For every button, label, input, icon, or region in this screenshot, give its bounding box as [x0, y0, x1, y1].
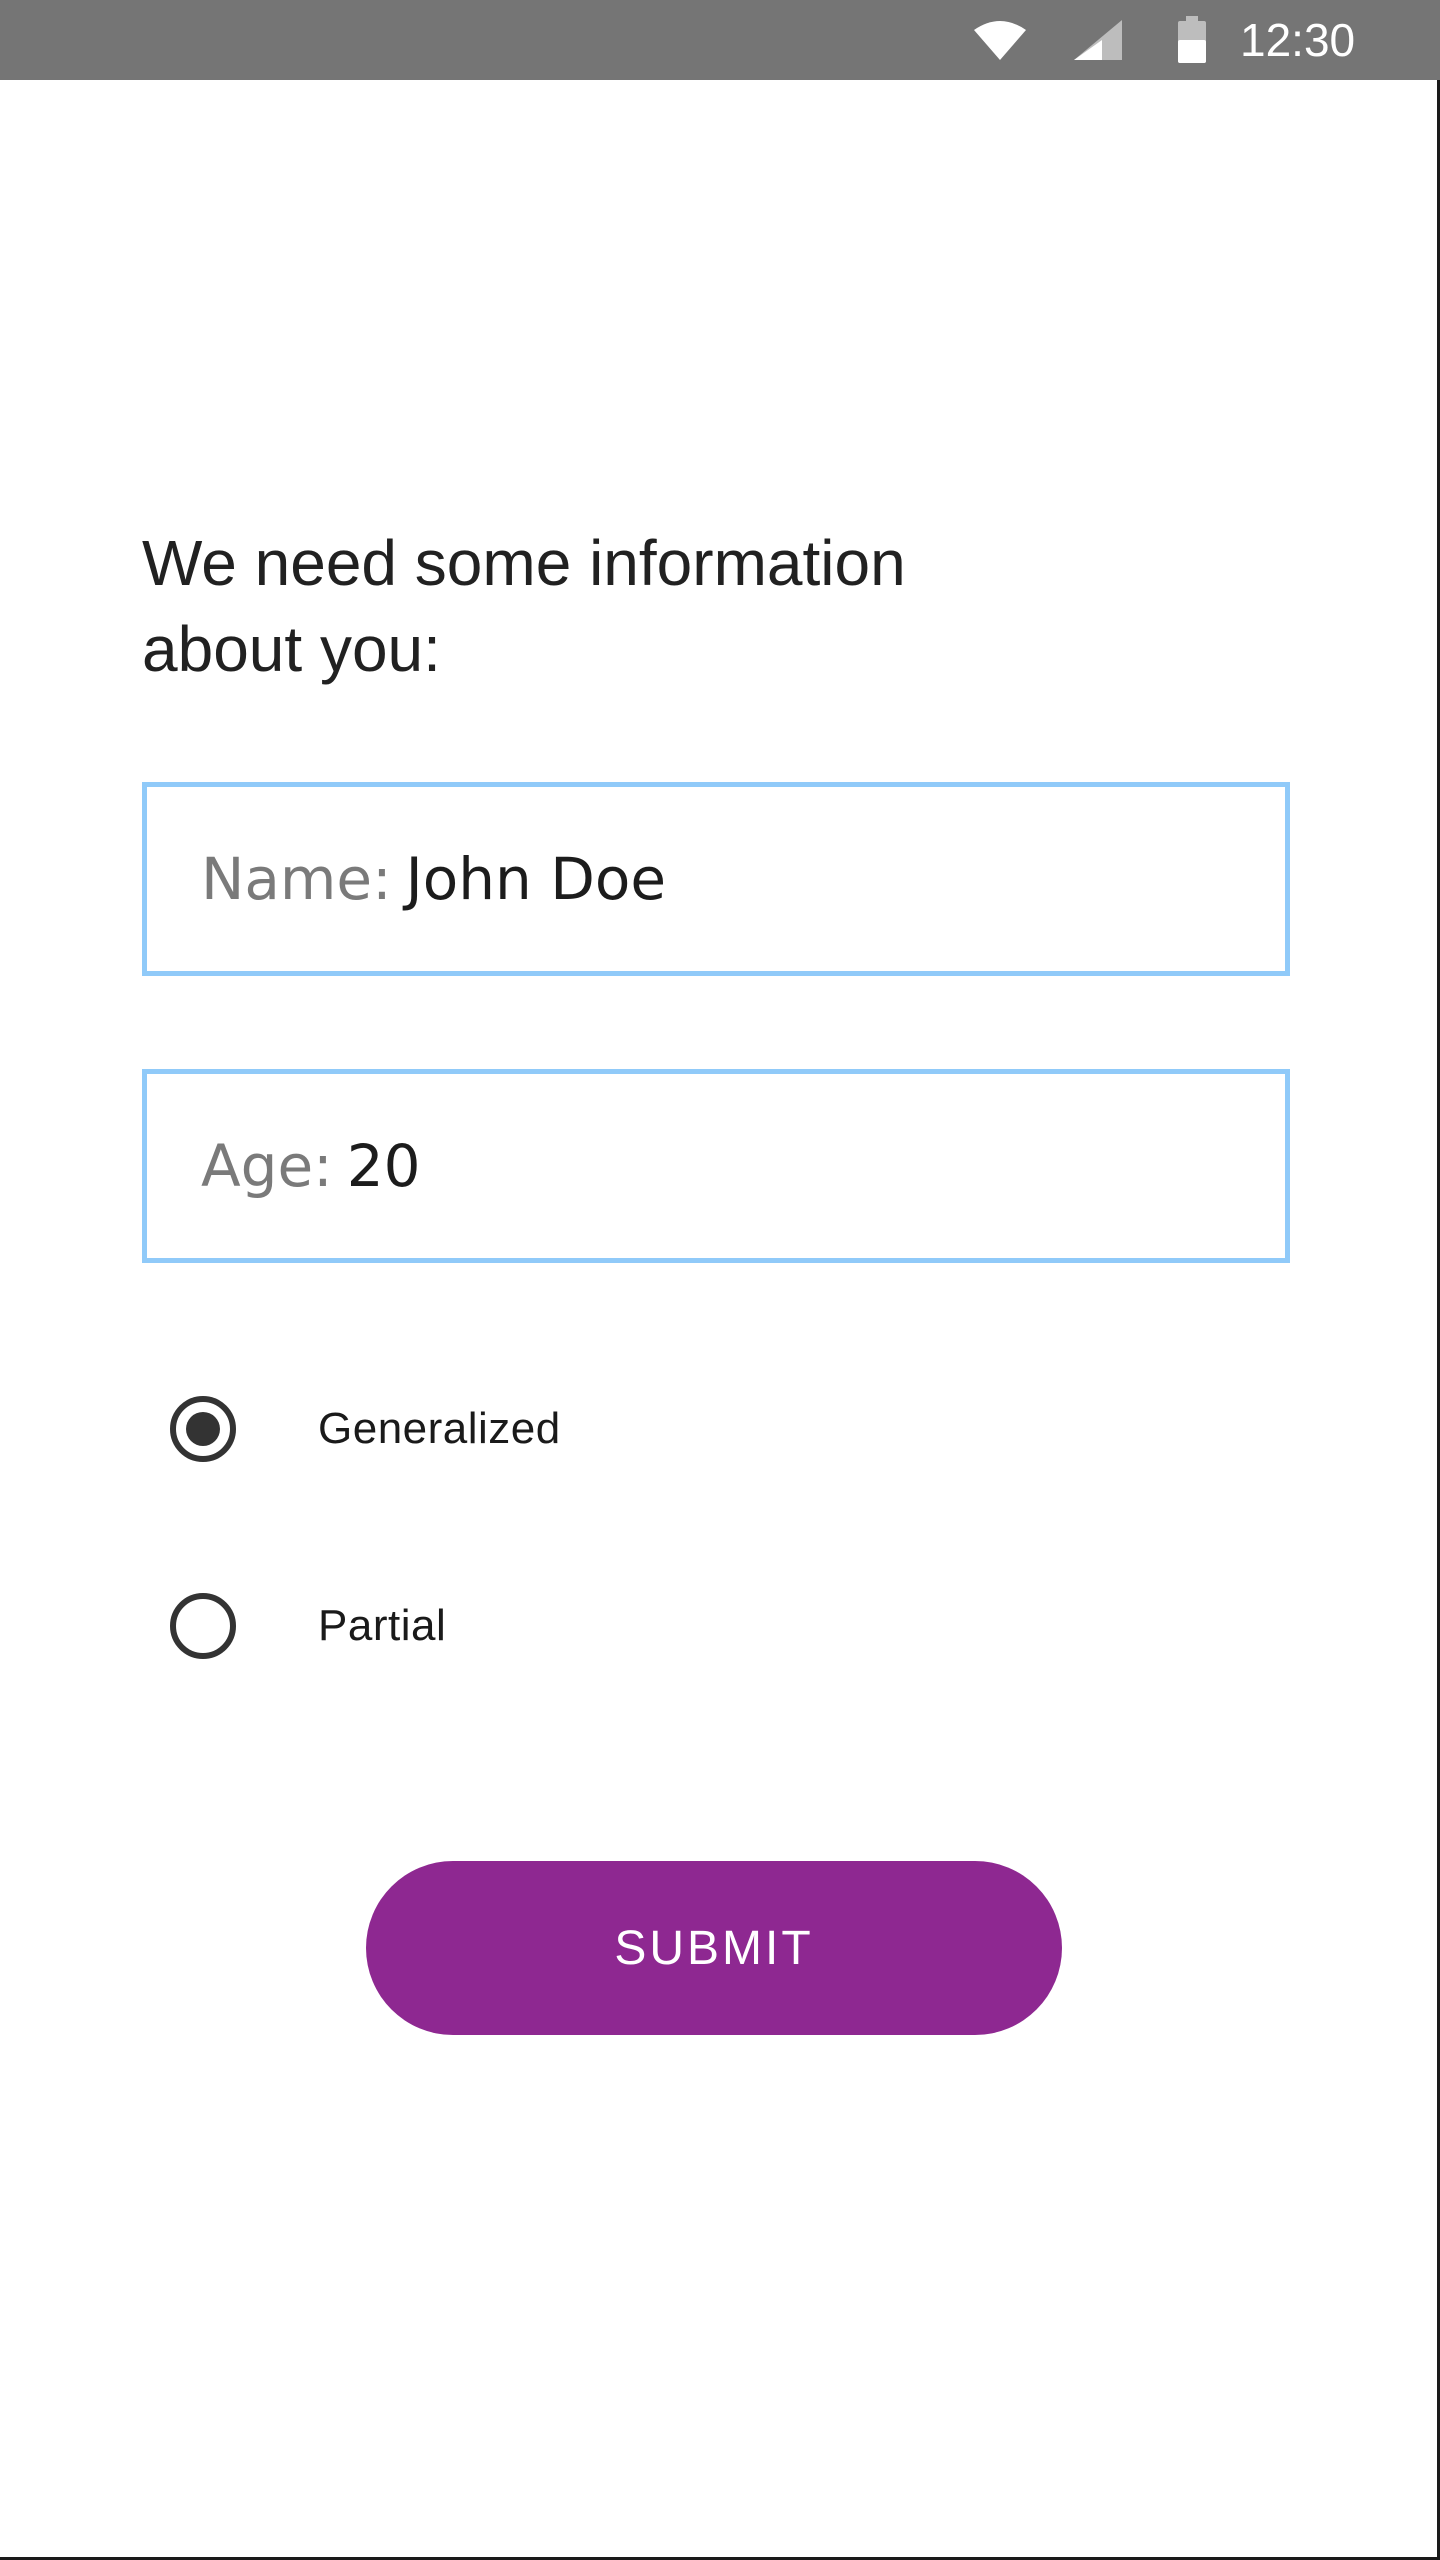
radio-option-generalized[interactable]: Generalized: [142, 1374, 1042, 1484]
cellular-signal-icon: [1068, 0, 1128, 80]
age-field-value[interactable]: 20: [347, 1132, 421, 1200]
radio-selected-dot: [186, 1412, 220, 1446]
battery-icon: [1168, 0, 1216, 80]
age-field[interactable]: Age: 20: [142, 1069, 1290, 1263]
name-field[interactable]: Name: John Doe: [142, 782, 1290, 976]
radio-button-unchecked-icon[interactable]: [170, 1593, 236, 1659]
name-field-value[interactable]: John Doe: [406, 845, 666, 913]
wifi-icon: [968, 0, 1032, 80]
radio-button-checked-icon[interactable]: [170, 1396, 236, 1462]
page-title: We need some information about you:: [142, 527, 906, 685]
status-bar: 12:30: [0, 0, 1440, 80]
radio-option-partial[interactable]: Partial: [142, 1571, 1042, 1681]
name-field-label: Name:: [201, 845, 392, 913]
submit-button[interactable]: SUBMIT: [366, 1861, 1062, 2035]
radio-label-partial: Partial: [318, 1601, 447, 1650]
radio-label-generalized: Generalized: [318, 1404, 561, 1453]
age-field-label: Age:: [201, 1132, 333, 1200]
status-time: 12:30: [1240, 14, 1356, 66]
